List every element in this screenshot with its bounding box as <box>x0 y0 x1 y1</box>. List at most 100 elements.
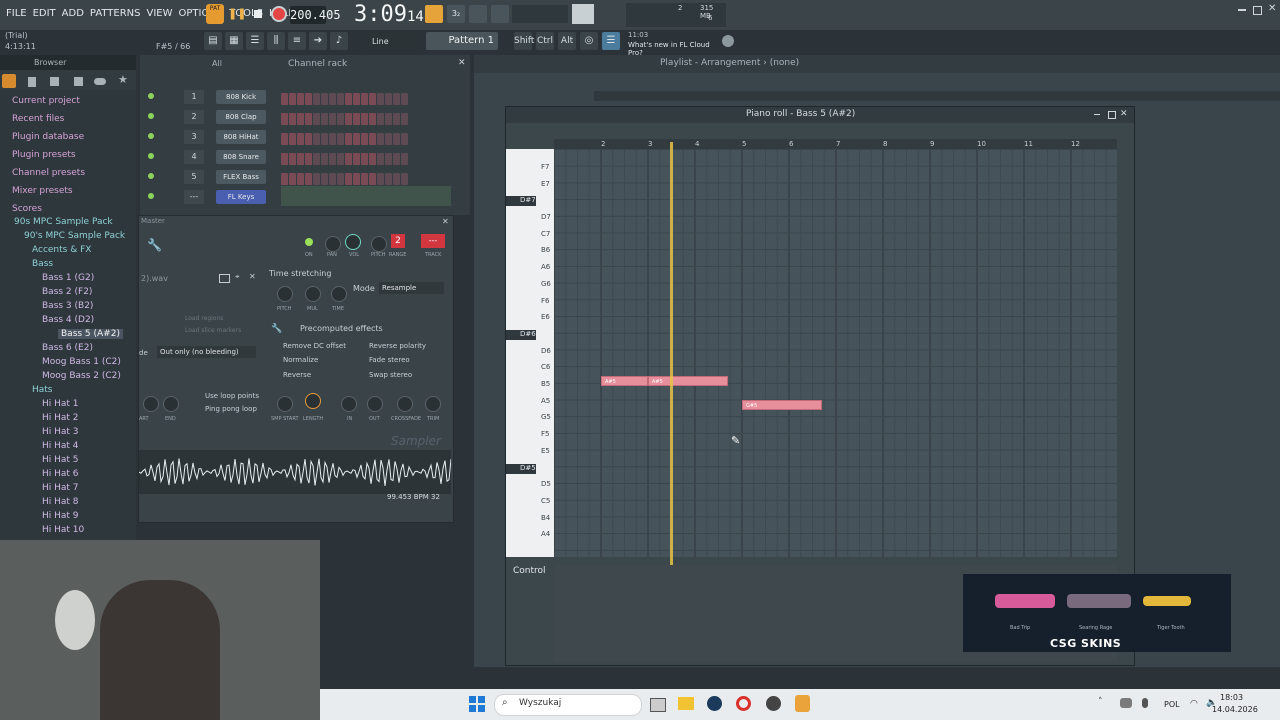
step-button[interactable] <box>393 133 400 145</box>
channel-number[interactable]: 3 <box>184 130 204 144</box>
step-button[interactable] <box>313 113 320 125</box>
browser-item[interactable]: Channel presets <box>12 168 85 178</box>
art-knob[interactable] <box>143 396 159 412</box>
fx-reverse-polarity[interactable]: Reverse polarity <box>369 342 426 350</box>
snap-select[interactable]: Line <box>366 34 418 49</box>
step-button[interactable] <box>337 113 344 125</box>
step-button[interactable] <box>289 133 296 145</box>
piano-roll-window-button[interactable]: ▦ <box>225 32 243 50</box>
step-button[interactable] <box>393 113 400 125</box>
step-button[interactable] <box>393 93 400 105</box>
task-view-icon[interactable] <box>650 698 666 712</box>
channel-name[interactable]: FL Keys <box>216 190 266 204</box>
menu-add[interactable]: ADD <box>62 0 84 28</box>
metronome-button[interactable] <box>425 5 443 23</box>
step-sequencer[interactable] <box>281 90 409 109</box>
step-button[interactable] <box>329 173 336 185</box>
step-button[interactable] <box>305 133 312 145</box>
step-button[interactable] <box>305 173 312 185</box>
browser-item[interactable]: Hi Hat 1 <box>42 399 79 409</box>
browser-star-icon[interactable]: ★ <box>118 73 128 86</box>
plugin-picker-button[interactable]: ➔ <box>309 32 327 50</box>
step-button[interactable] <box>297 173 304 185</box>
browser-item[interactable]: Bass 3 (B2) <box>42 301 93 311</box>
step-button[interactable] <box>377 113 384 125</box>
step-button[interactable] <box>353 133 360 145</box>
microphone-icon[interactable]: ♪ <box>330 32 348 50</box>
step-button[interactable] <box>337 133 344 145</box>
crossfade-knob[interactable] <box>397 396 413 412</box>
ts-mul-knob[interactable] <box>305 286 321 302</box>
step-button[interactable] <box>313 153 320 165</box>
step-button[interactable] <box>297 153 304 165</box>
step-button[interactable] <box>345 93 352 105</box>
mixer-window-button[interactable]: ⫼ <box>267 32 285 50</box>
browser-item[interactable]: Plugin database <box>12 132 84 142</box>
channel-name[interactable]: 808 Clap <box>216 110 266 124</box>
browser-item[interactable]: Recent files <box>12 114 64 124</box>
menu-patterns[interactable]: PATTERNS <box>90 0 141 28</box>
step-button[interactable] <box>329 93 336 105</box>
step-button[interactable] <box>369 93 376 105</box>
browser-item[interactable]: Bass 1 (G2) <box>42 273 94 283</box>
file-explorer-icon[interactable] <box>678 697 694 710</box>
step-button[interactable] <box>289 93 296 105</box>
ts-pitch-knob[interactable] <box>277 286 293 302</box>
step-button[interactable] <box>385 93 392 105</box>
in-knob[interactable] <box>341 396 357 412</box>
window-minimize-icon[interactable] <box>1238 9 1246 11</box>
menu-edit[interactable]: EDIT <box>33 0 56 28</box>
step-button[interactable] <box>321 173 328 185</box>
bar-number[interactable]: 11 <box>1024 140 1033 148</box>
browser-item[interactable]: Mixer presets <box>12 186 73 196</box>
browser-item[interactable]: Hi Hat 4 <box>42 441 79 451</box>
channel-name[interactable]: 808 Snare <box>216 150 266 164</box>
trim-knob[interactable] <box>425 396 441 412</box>
browser-tag-icon[interactable] <box>50 77 59 86</box>
shift-toggle[interactable]: Shift <box>514 32 534 50</box>
channel-number[interactable]: --- <box>184 190 204 204</box>
step-button[interactable] <box>321 153 328 165</box>
window-close-icon[interactable]: ✕ <box>1268 3 1276 14</box>
typing-keyboard-icon[interactable]: ◎ <box>580 32 598 50</box>
step-button[interactable] <box>377 93 384 105</box>
browser-item[interactable]: Hi Hat 5 <box>42 455 79 465</box>
ping-pong-loop-option[interactable]: Ping pong loop <box>205 405 257 413</box>
channel-row[interactable]: 1 808 Kick <box>144 89 456 105</box>
step-button[interactable] <box>281 93 288 105</box>
step-button[interactable] <box>385 153 392 165</box>
step-button[interactable] <box>401 93 408 105</box>
master-pitch[interactable] <box>572 4 594 24</box>
channel-led[interactable] <box>148 153 154 159</box>
pin-icon[interactable]: ⌖ <box>235 272 240 282</box>
channel-name[interactable]: 808 HiHat <box>216 130 266 144</box>
tempo-display[interactable]: 200.405 <box>290 6 341 24</box>
fx-fade-stereo[interactable]: Fade stereo <box>369 356 410 364</box>
track-value[interactable]: --- <box>421 234 445 248</box>
browser-item[interactable]: 90's MPC Sample Pack <box>24 231 125 241</box>
fx-swap-stereo[interactable]: Swap stereo <box>369 371 412 379</box>
smp-start-knob[interactable] <box>277 396 293 412</box>
step-button[interactable] <box>281 173 288 185</box>
step-sequencer[interactable] <box>281 150 409 169</box>
step-button[interactable] <box>313 93 320 105</box>
clock-date[interactable]: 14.04.2026 <box>1212 705 1258 714</box>
browser-item[interactable]: Hats <box>32 385 53 395</box>
browser-item[interactable]: Bass 5 (A#2) <box>58 329 123 339</box>
browser-item[interactable]: Moog Bass 2 (C2) <box>42 371 121 381</box>
tray-chevron-icon[interactable]: ˄ <box>1098 697 1103 707</box>
mode-select[interactable]: Resample <box>379 282 444 294</box>
taskbar-search[interactable]: ⌕ Wyszukaj <box>494 694 642 716</box>
browser-item[interactable]: Moog Bass 1 (C2) <box>42 357 121 367</box>
step-button[interactable] <box>329 113 336 125</box>
step-button[interactable] <box>393 153 400 165</box>
step-button[interactable] <box>361 153 368 165</box>
step-button[interactable] <box>321 113 328 125</box>
wrench-icon[interactable]: 🔧 <box>147 238 162 252</box>
bar-number[interactable]: 9 <box>930 140 934 148</box>
load-regions-option[interactable]: Load regions <box>185 315 223 322</box>
note[interactable]: G#5 <box>742 400 822 410</box>
waveform-display[interactable] <box>138 450 452 494</box>
step-button[interactable] <box>313 133 320 145</box>
tray-mic-icon[interactable] <box>1142 698 1148 708</box>
